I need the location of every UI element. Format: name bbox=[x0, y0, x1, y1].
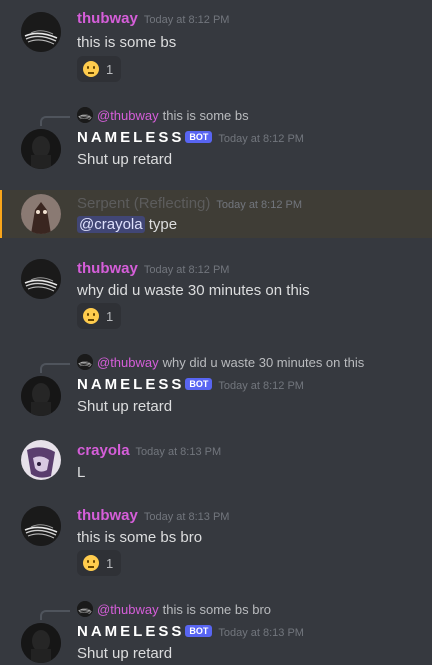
username[interactable]: thubway bbox=[77, 507, 138, 524]
username[interactable]: thubway bbox=[77, 260, 138, 277]
message-thubway-3: thubway Today at 8:13 PM this is some bs … bbox=[0, 497, 432, 592]
avatar-thubway[interactable] bbox=[21, 12, 61, 52]
message-text: why did u waste 30 minutes on this bbox=[77, 282, 310, 299]
timestamp: Today at 8:13 PM bbox=[218, 627, 304, 639]
neutral-face-icon bbox=[83, 61, 99, 77]
reaction-count: 1 bbox=[106, 555, 114, 571]
reply-reference[interactable]: @thubway this is some bs bro bbox=[77, 601, 271, 617]
avatar-nameless[interactable] bbox=[21, 376, 61, 416]
message-nameless-1: @thubway this is some bs NAMELESS BOT Toda… bbox=[0, 100, 432, 180]
reaction-button[interactable]: 1 bbox=[77, 550, 121, 576]
message-nameless-3: @thubway this is some bs bro NAMELESS BOT… bbox=[0, 594, 432, 665]
avatar-serpent[interactable] bbox=[21, 194, 61, 234]
reaction-button[interactable]: 1 bbox=[77, 56, 121, 82]
message-nameless-2: @thubway why did u waste 30 minutes on t… bbox=[0, 347, 432, 427]
message-text: type bbox=[148, 216, 178, 233]
reply-username[interactable]: @thubway bbox=[97, 108, 159, 123]
bot-badge: BOT bbox=[185, 625, 213, 637]
timestamp: Today at 8:13 PM bbox=[135, 446, 222, 458]
avatar-nameless[interactable] bbox=[21, 623, 61, 663]
reply-username[interactable]: @thubway bbox=[97, 602, 159, 617]
reaction-button[interactable]: 1 bbox=[77, 303, 121, 329]
neutral-face-icon bbox=[83, 308, 99, 324]
message-text: L bbox=[77, 464, 86, 481]
avatar-crayola[interactable] bbox=[21, 440, 61, 480]
neutral-face-icon bbox=[83, 555, 99, 571]
username[interactable]: NAMELESS bbox=[77, 129, 184, 146]
reply-connector bbox=[40, 363, 70, 373]
message-text: this is some bs bbox=[77, 34, 177, 51]
reply-text: this is some bs bbox=[162, 107, 249, 123]
reply-reference[interactable]: @thubway this is some bs bbox=[77, 107, 249, 123]
reply-connector bbox=[40, 116, 70, 126]
mini-avatar bbox=[77, 354, 93, 370]
reply-text: why did u waste 30 minutes on this bbox=[162, 354, 365, 370]
message-thubway-1: thubway Today at 8:12 PM this is some bs … bbox=[0, 0, 432, 95]
reply-connector bbox=[40, 610, 70, 620]
username[interactable]: thubway bbox=[77, 10, 138, 27]
avatar-thubway[interactable] bbox=[21, 506, 61, 546]
reaction-count: 1 bbox=[106, 61, 114, 77]
timestamp: Today at 8:12 PM bbox=[218, 380, 304, 392]
timestamp: Today at 8:12 PM bbox=[218, 133, 304, 145]
mini-avatar bbox=[77, 601, 93, 617]
reply-reference[interactable]: @thubway why did u waste 30 minutes on t… bbox=[77, 354, 364, 370]
username[interactable]: Serpent (Reflecting) bbox=[77, 195, 210, 212]
timestamp: Today at 8:13 PM bbox=[143, 511, 230, 523]
avatar-nameless[interactable] bbox=[21, 129, 61, 169]
mini-avatar bbox=[77, 107, 93, 123]
timestamp: Today at 8:12 PM bbox=[143, 264, 230, 276]
message-crayola: crayola Today at 8:13 PM L bbox=[0, 432, 432, 492]
message-thubway-2: thubway Today at 8:12 PM why did u waste … bbox=[0, 250, 432, 345]
message-text: Shut up retard bbox=[77, 398, 173, 415]
timestamp: Today at 8:12 PM bbox=[143, 14, 230, 26]
message-content: @crayola type bbox=[77, 216, 177, 233]
reply-text: this is some bs bro bbox=[162, 601, 271, 617]
avatar-thubway[interactable] bbox=[21, 259, 61, 299]
reaction-count: 1 bbox=[106, 308, 114, 324]
bot-badge: BOT bbox=[185, 131, 213, 143]
message-text: this is some bs bro bbox=[77, 529, 203, 546]
message-text: Shut up retard bbox=[77, 645, 173, 662]
user-mention[interactable]: @crayola bbox=[77, 216, 145, 233]
message-serpent: Serpent (Reflecting) Today at 8:12 PM @cr… bbox=[0, 190, 432, 238]
username[interactable]: crayola bbox=[77, 442, 130, 459]
reply-username[interactable]: @thubway bbox=[97, 355, 159, 370]
message-text: Shut up retard bbox=[77, 151, 173, 168]
timestamp: Today at 8:12 PM bbox=[216, 199, 303, 211]
username[interactable]: NAMELESS bbox=[77, 623, 184, 640]
bot-badge: BOT bbox=[185, 378, 213, 390]
username[interactable]: NAMELESS bbox=[77, 376, 184, 393]
